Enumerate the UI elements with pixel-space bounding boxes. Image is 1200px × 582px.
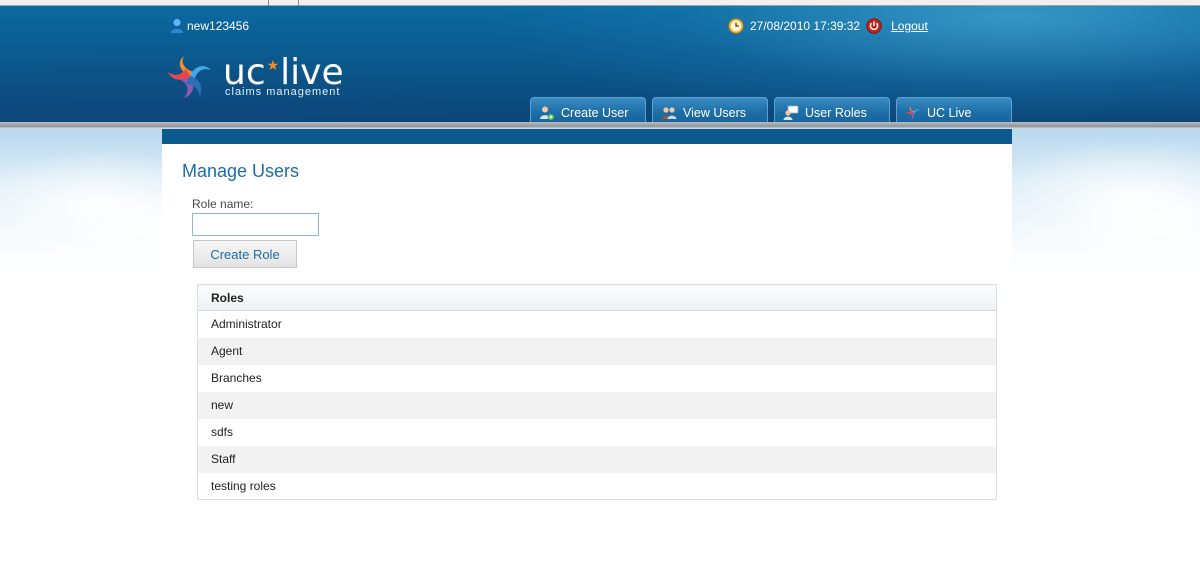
role-name-input[interactable] — [192, 213, 319, 236]
panel-top-bar — [162, 129, 1012, 144]
clock-icon — [728, 18, 744, 34]
role-cell[interactable]: Branches — [198, 365, 997, 392]
power-icon[interactable] — [866, 18, 882, 34]
brand-tagline: claims management — [225, 86, 341, 98]
time-logout-area: 27/08/2010 17:39:32 Logout — [728, 18, 928, 34]
tab-create-user[interactable]: Create User — [530, 97, 646, 122]
role-cell[interactable]: Agent — [197, 337, 997, 365]
uclive-logo[interactable]: uc★live claims management — [166, 50, 356, 104]
brand-star-icon: ★ — [266, 58, 280, 74]
table-row[interactable]: Agent — [197, 337, 997, 365]
tab-create-user-label: Create User — [561, 106, 629, 120]
roles-column-header: Roles — [197, 284, 997, 311]
site-header: new123456 27/08/2010 17:39:32 Logout uc★… — [0, 6, 1200, 122]
table-row[interactable]: new — [197, 391, 997, 419]
uc-live-logo-icon — [905, 105, 921, 121]
table-row[interactable]: Branches — [198, 365, 997, 392]
roles-table: Roles Administrator Agent Branches new s… — [197, 284, 997, 500]
username-text: new123456 — [187, 19, 250, 33]
role-cell[interactable]: Staff — [197, 445, 997, 473]
add-user-icon — [539, 105, 555, 121]
tab-view-users[interactable]: View Users — [652, 97, 768, 122]
roles-table-header-row: Roles — [197, 284, 997, 311]
content-panel: Manage Users Role name: Create Role Role… — [162, 129, 1012, 582]
table-row[interactable]: Administrator — [198, 311, 997, 338]
user-info: new123456 — [170, 18, 249, 34]
datetime-text: 27/08/2010 17:39:32 — [750, 19, 861, 33]
main-nav: Create User View Users User Roles UC Liv… — [530, 97, 1012, 122]
header-bottom-border — [0, 122, 1200, 129]
role-cell[interactable]: new — [197, 391, 997, 419]
tab-view-users-label: View Users — [683, 106, 746, 120]
users-icon — [661, 105, 677, 121]
role-cell[interactable]: sdfs — [198, 419, 997, 446]
role-name-label: Role name: — [192, 197, 254, 211]
user-roles-icon — [783, 105, 799, 121]
uclive-logo-icon — [166, 54, 214, 100]
logout-link[interactable]: Logout — [891, 19, 928, 33]
tab-uc-live-label: UC Live — [927, 106, 972, 120]
role-cell[interactable]: testing roles — [198, 473, 997, 500]
role-cell[interactable]: Administrator — [198, 311, 997, 338]
tab-uc-live[interactable]: UC Live — [896, 97, 1012, 122]
table-row[interactable]: testing roles — [198, 473, 997, 500]
user-icon — [170, 18, 184, 34]
tab-user-roles-label: User Roles — [805, 106, 867, 120]
table-row[interactable]: sdfs — [198, 419, 997, 446]
create-role-button[interactable]: Create Role — [193, 240, 297, 268]
page-title: Manage Users — [182, 161, 300, 181]
table-row[interactable]: Staff — [197, 445, 997, 473]
tab-user-roles[interactable]: User Roles — [774, 97, 890, 122]
